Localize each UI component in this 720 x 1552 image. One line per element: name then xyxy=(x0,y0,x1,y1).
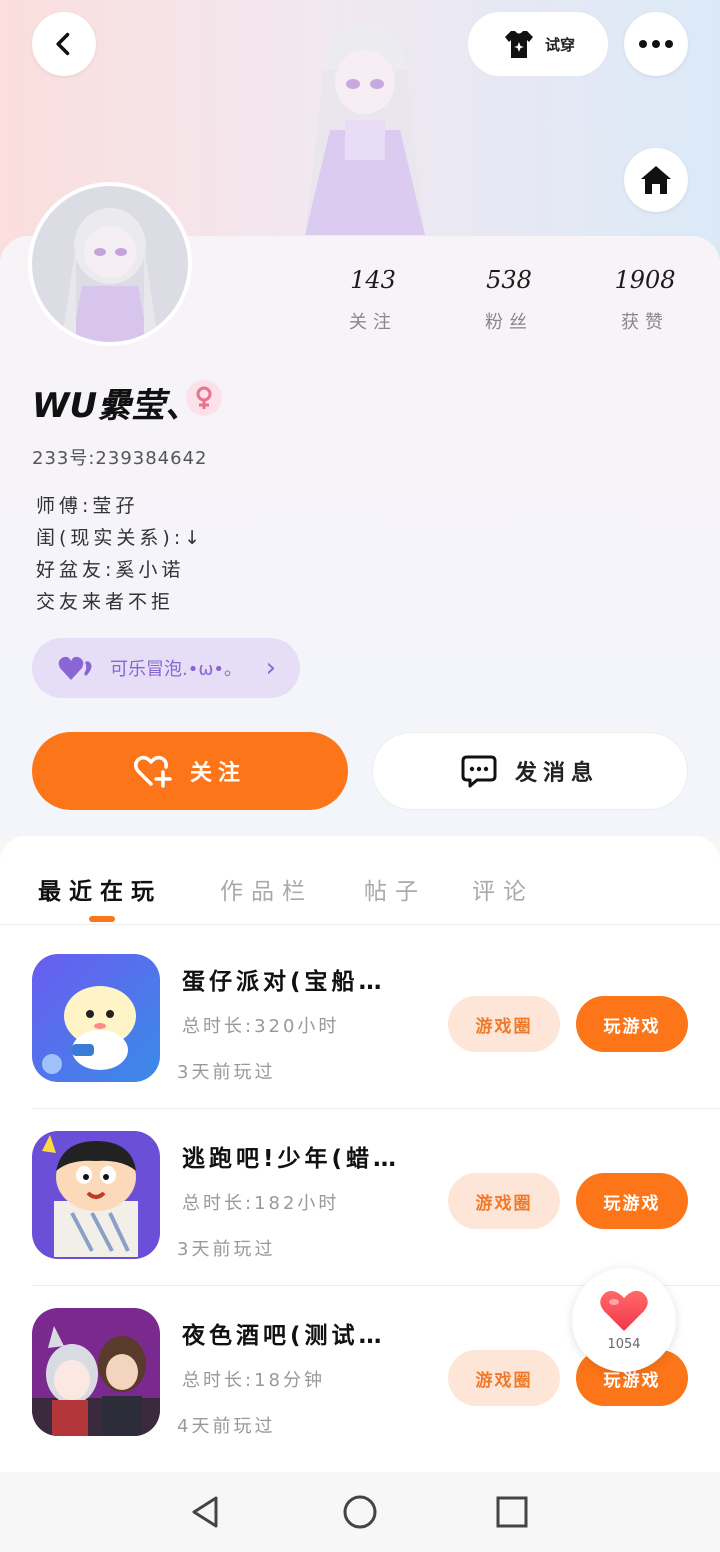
profile-name: WU纍莹、 xyxy=(32,386,200,426)
chevron-left-icon xyxy=(56,32,70,56)
game-title: 蛋仔派对(宝船… xyxy=(182,969,386,995)
game-title: 逃跑吧!少年(蜡… xyxy=(182,1146,401,1172)
game-icon-escape-boy[interactable] xyxy=(32,1131,160,1259)
try-on-button[interactable]: 试穿 xyxy=(468,12,608,76)
avatar[interactable] xyxy=(32,186,188,342)
game-playtime: 总时长:182小时 xyxy=(182,1193,340,1214)
stat-value: 538 xyxy=(486,266,532,294)
game-playtime: 总时长:320小时 xyxy=(182,1016,340,1037)
message-label: 发消息 xyxy=(514,761,599,786)
play-game-button[interactable]: 玩游戏 xyxy=(576,1173,688,1229)
bio: 师傅:莹孖 闺(现实关系):↓ 好盆友:奚小诺 交友来者不拒 xyxy=(36,490,204,618)
floating-like-button[interactable]: 1054 xyxy=(572,1268,676,1372)
heart-icon xyxy=(600,1290,648,1331)
game-last-played: 3天前玩过 xyxy=(177,1239,276,1260)
game-circle-button[interactable]: 游戏圈 xyxy=(448,1173,560,1229)
game-playtime: 总时长:18分钟 xyxy=(182,1370,325,1391)
system-nav-bar xyxy=(0,1472,720,1552)
like-count: 1054 xyxy=(607,1336,641,1352)
tag-label: 可乐冒泡.•ω•。 xyxy=(110,659,243,680)
more-button[interactable] xyxy=(624,12,688,76)
message-button[interactable]: 发消息 xyxy=(372,732,688,810)
bio-line: 师傅:莹孖 xyxy=(36,495,139,517)
stat-label: 获赞 xyxy=(621,312,669,333)
follow-button[interactable]: 关注 xyxy=(32,732,348,810)
stat-value: 1908 xyxy=(614,266,676,294)
tab-indicator xyxy=(89,916,115,922)
game-last-played: 3天前玩过 xyxy=(177,1062,276,1083)
stat-likes[interactable]: 1908 获赞 xyxy=(590,266,700,334)
chevron-right-icon: › xyxy=(265,653,276,683)
relationship-tag[interactable]: 可乐冒泡.•ω•。 › xyxy=(32,638,300,698)
stat-fans[interactable]: 538 粉丝 xyxy=(454,266,564,334)
nav-back-icon[interactable] xyxy=(186,1492,226,1532)
chat-bubble-icon xyxy=(461,755,497,788)
game-icon-night-bar[interactable] xyxy=(32,1308,160,1436)
try-on-label: 试穿 xyxy=(544,35,575,54)
user-id: 233号:239384642 xyxy=(32,448,208,469)
content-panel: 最近在玩 作品栏 帖子 评论 蛋仔派对(宝船… 总时长:320小时 3天前玩过 … xyxy=(0,836,720,1472)
play-game-button[interactable]: 玩游戏 xyxy=(576,996,688,1052)
stat-value: 143 xyxy=(350,266,396,294)
stat-label: 关注 xyxy=(349,312,397,333)
tab-posts[interactable]: 帖子 xyxy=(364,872,426,906)
bio-line: 交友来者不拒 xyxy=(36,591,175,613)
tab-comments[interactable]: 评论 xyxy=(472,872,534,906)
shirt-sparkle-icon xyxy=(504,31,533,58)
game-circle-button[interactable]: 游戏圈 xyxy=(448,1350,560,1406)
game-row[interactable]: 逃跑吧!少年(蜡… 总时长:182小时 3天前玩过 游戏圈 玩游戏 xyxy=(32,1109,720,1286)
double-heart-icon xyxy=(58,656,92,680)
follow-label: 关注 xyxy=(189,761,246,786)
game-row[interactable]: 蛋仔派对(宝船… 总时长:320小时 3天前玩过 游戏圈 玩游戏 xyxy=(32,932,720,1109)
back-button[interactable] xyxy=(32,12,96,76)
game-title: 夜色酒吧(测试… xyxy=(182,1323,386,1349)
nav-home-icon[interactable] xyxy=(340,1492,380,1532)
avatar-image xyxy=(32,186,188,342)
bio-line: 闺(现实关系):↓ xyxy=(36,527,205,549)
nav-recents-icon[interactable] xyxy=(492,1492,532,1532)
female-icon xyxy=(186,380,222,416)
tab-works[interactable]: 作品栏 xyxy=(220,872,313,906)
heart-plus-icon xyxy=(133,755,172,788)
home-button[interactable] xyxy=(624,148,688,212)
bio-line: 好盆友:奚小诺 xyxy=(36,559,185,581)
tab-bar: 最近在玩 作品栏 帖子 评论 xyxy=(0,836,720,925)
avatar-figure-image xyxy=(305,24,425,235)
stat-following[interactable]: 143 关注 xyxy=(318,266,428,334)
stat-label: 粉丝 xyxy=(485,312,533,333)
tab-recently-played[interactable]: 最近在玩 xyxy=(38,872,162,906)
home-icon xyxy=(641,166,671,194)
game-last-played: 4天前玩过 xyxy=(177,1416,276,1437)
game-icon-eggy-party[interactable] xyxy=(32,954,160,1082)
more-dots-icon xyxy=(639,40,673,48)
game-circle-button[interactable]: 游戏圈 xyxy=(448,996,560,1052)
